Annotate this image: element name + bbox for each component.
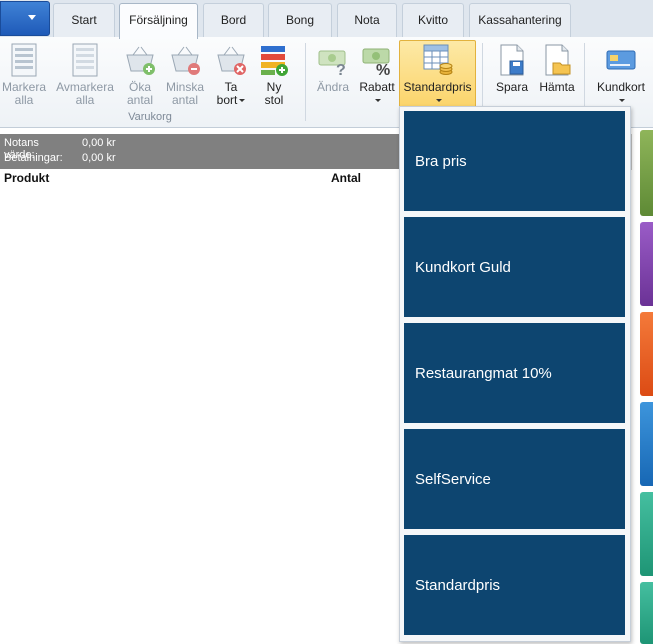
category-tile[interactable] [640,312,653,396]
dropdown-arrow-icon [239,99,246,103]
tab-bord[interactable]: Bord [203,3,264,37]
list-select-icon [11,43,37,77]
basket-delete-icon [217,46,246,75]
category-tile[interactable] [640,130,653,216]
price-table-icon [423,44,452,75]
column-header-product: Produkt [4,171,50,185]
customer-card-button[interactable]: Kundkort [592,41,650,107]
price-option-bra-pris[interactable]: Bra pris [404,111,625,211]
money-question-icon: ? [318,50,346,77]
category-tile[interactable] [640,492,653,576]
new-chair-button[interactable]: Ny stol [254,41,294,107]
price-list-dropdown: Bra pris Kundkort Guld Restaurangmat 10%… [399,106,631,642]
chevron-down-icon [28,15,36,20]
svg-text:%: % [376,62,390,77]
list-deselect-icon [72,43,98,77]
price-list-button[interactable]: Standardpris [399,40,476,108]
tab-bar: Start Försäljning Bord Bong Nota Kvitto … [0,0,653,39]
money-percent-icon: % [362,48,390,77]
customer-card-icon [606,50,636,70]
select-all-button[interactable]: Markera alla [0,41,48,107]
tab-kvitto[interactable]: Kvitto [402,3,464,37]
basket-add-icon [126,46,155,75]
price-option-kundkort-guld[interactable]: Kundkort Guld [404,217,625,317]
new-chair-icon [261,46,288,76]
deselect-all-button[interactable]: Avmarkera alla [52,41,118,107]
dropdown-arrow-icon [619,99,625,103]
category-tile[interactable] [640,402,653,486]
load-button[interactable]: Hämta [535,41,579,94]
ribbon-separator [305,43,306,121]
tab-bong[interactable]: Bong [268,3,332,37]
save-document-icon [500,44,524,76]
category-tile[interactable] [640,222,653,306]
tab-kassahantering[interactable]: Kassahantering [469,3,571,37]
tab-start[interactable]: Start [53,3,115,37]
category-tile[interactable] [640,582,653,644]
decrease-quantity-button[interactable]: Minska antal [163,41,207,107]
save-button[interactable]: Spara [491,41,533,94]
price-option-selfservice[interactable]: SelfService [404,429,625,529]
svg-text:?: ? [336,62,346,77]
application-menu-button[interactable] [0,1,50,36]
column-header-quantity: Antal [331,171,361,185]
discount-button[interactable]: % Rabatt [356,41,398,107]
price-option-restaurangmat[interactable]: Restaurangmat 10% [404,323,625,423]
price-option-standardpris[interactable]: Standardpris [404,535,625,635]
dropdown-arrow-icon [375,99,381,103]
tab-nota[interactable]: Nota [337,3,397,37]
group-label-varukorg: Varukorg [128,111,172,123]
tab-forsaljning[interactable]: Försäljning [119,3,198,39]
increase-quantity-button[interactable]: Öka antal [120,41,160,107]
change-price-button[interactable]: ? Ändra [312,41,354,94]
basket-remove-icon [171,46,200,75]
open-folder-icon [545,44,571,76]
dropdown-arrow-icon [435,99,442,103]
remove-button[interactable]: Ta bort [210,41,252,107]
